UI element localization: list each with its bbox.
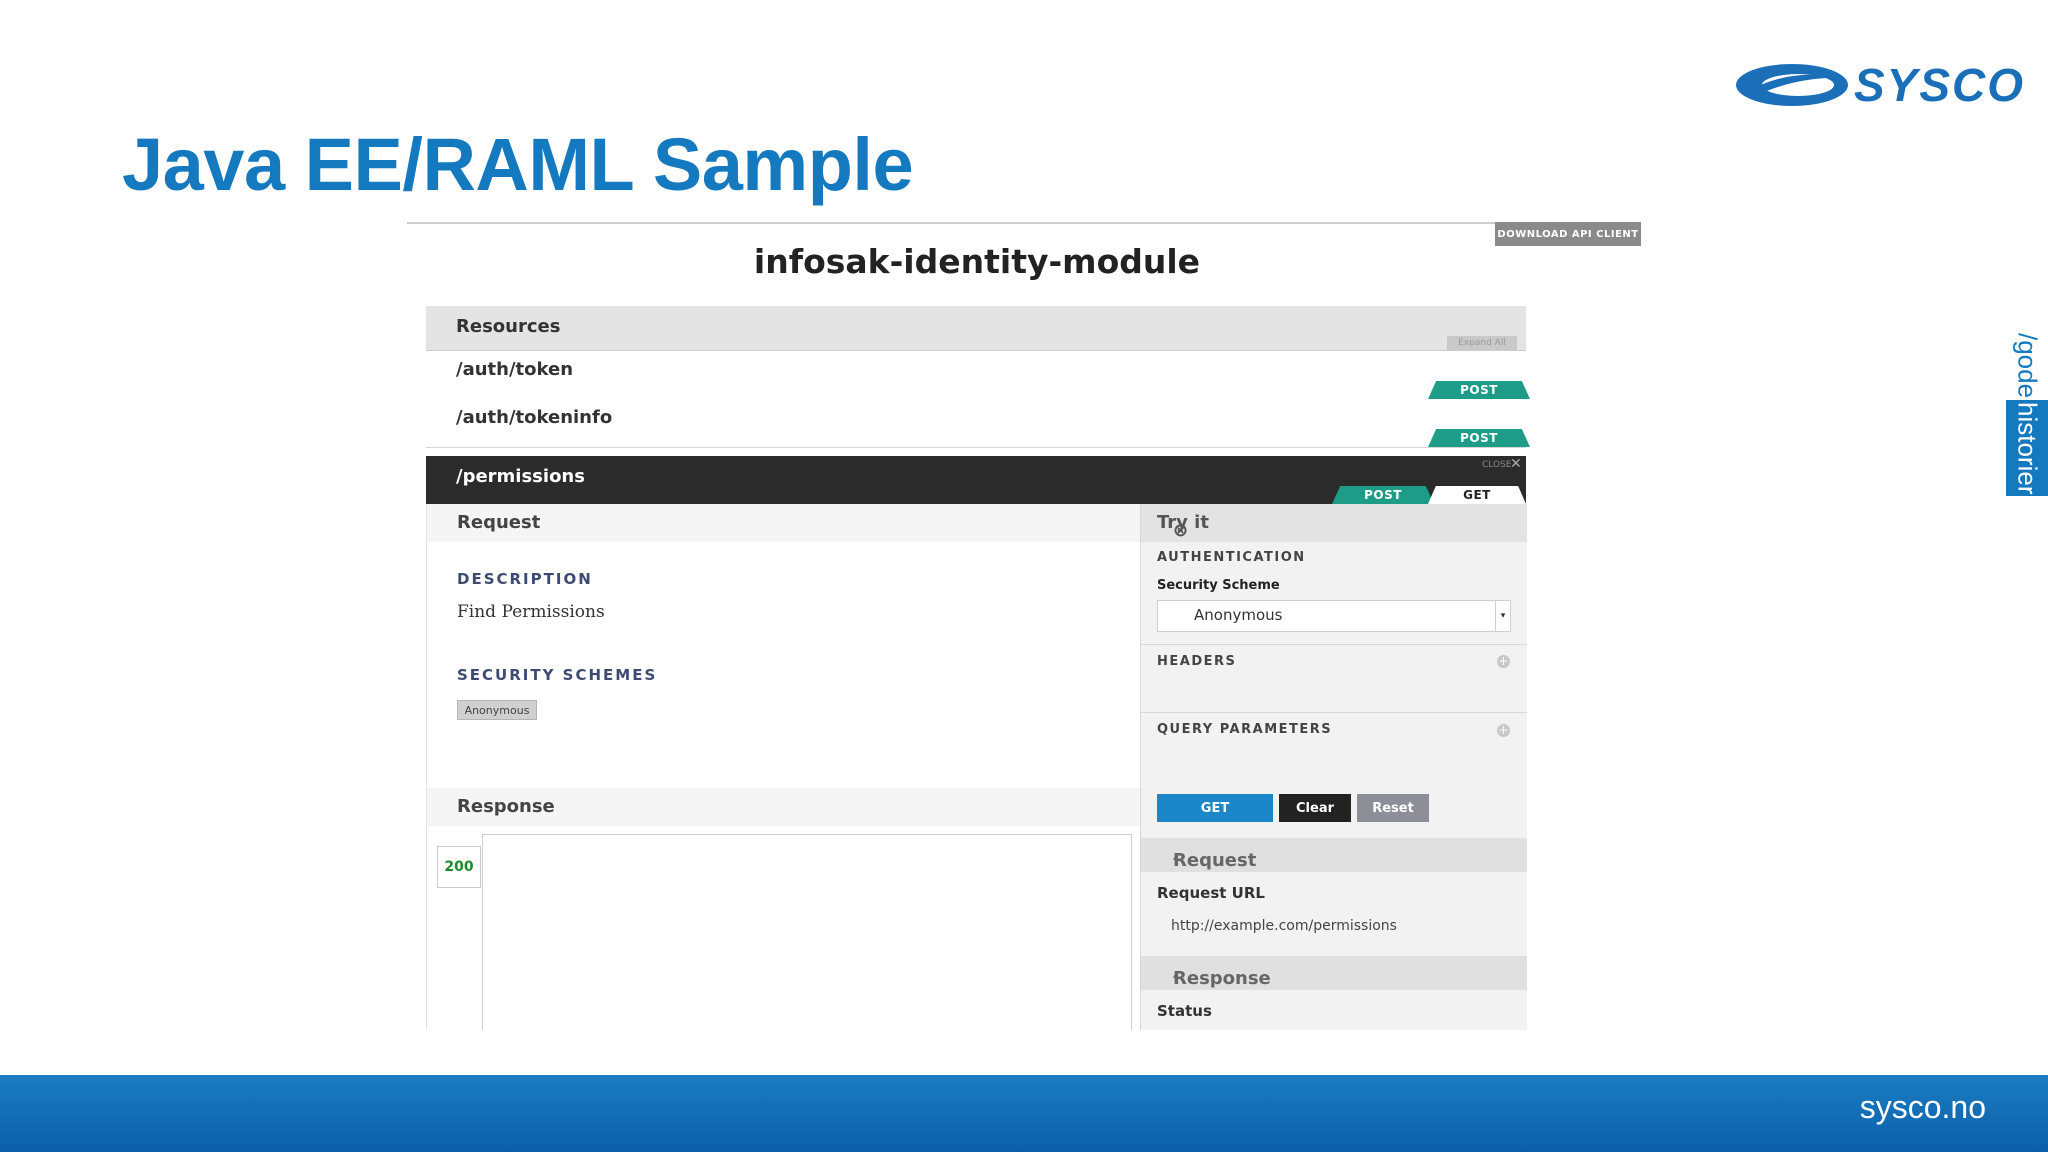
resources-header: Resources Expand All — [426, 306, 1526, 351]
api-title: infosak-identity-module — [753, 242, 1201, 281]
divider — [1141, 644, 1527, 645]
close-circle-icon[interactable]: ⊗ — [1173, 520, 1190, 541]
sysco-logo: SYSCO — [1734, 58, 2023, 112]
request-url-label: Request URL — [1157, 884, 1265, 902]
reset-button[interactable]: Reset — [1357, 794, 1429, 822]
status-code-tab[interactable]: 200 — [437, 846, 481, 888]
add-header-icon[interactable]: + — [1497, 655, 1510, 668]
status-label: Status — [1157, 1002, 1212, 1020]
response-subsection[interactable]: Response ▴ — [1141, 956, 1527, 990]
close-label[interactable]: CLOSE — [1482, 460, 1511, 470]
method-tab-post[interactable]: POST — [1332, 486, 1434, 504]
security-scheme-value: Anonymous — [1194, 606, 1283, 624]
logo-text: SYSCO — [1854, 59, 2026, 111]
request-heading-label: Request — [457, 512, 541, 533]
expand-all-button[interactable]: Expand All — [1447, 336, 1517, 350]
footer-url: sysco.no — [1859, 1089, 1986, 1125]
add-query-param-icon[interactable]: + — [1497, 724, 1510, 737]
query-parameters-heading: QUERY PARAMETERS — [1157, 722, 1333, 737]
request-sub-text: Request — [1173, 850, 1257, 871]
request-url-value: http://example.com/permissions — [1171, 918, 1397, 934]
response-body-box — [482, 834, 1132, 1030]
side-tab: /gode historier — [2006, 330, 2048, 496]
sysco-swoosh-icon — [1736, 64, 1848, 106]
headers-heading: HEADERS — [1157, 654, 1237, 669]
response-heading: Response — [427, 788, 1140, 826]
api-console-screenshot: DOWNLOAD API CLIENT infosak-identity-mod… — [407, 222, 1641, 1030]
security-scheme-tag: Anonymous — [457, 700, 537, 720]
resource-path: /permissions — [456, 466, 585, 487]
side-tab-word: historier — [2006, 400, 2048, 496]
caret-up-icon: ▴ — [1173, 850, 1179, 863]
footer-bar: sysco.no — [0, 1075, 2048, 1152]
security-schemes-heading: SECURITY SCHEMES — [457, 666, 658, 684]
request-panel: Request DESCRIPTION Find Permissions SEC… — [426, 504, 1140, 1030]
top-rule — [407, 222, 1641, 224]
resource-path: /auth/tokeninfo — [456, 407, 613, 428]
method-tab-get[interactable]: GET — [1428, 486, 1526, 504]
slide-title: Java EE/RAML Sample — [122, 123, 914, 206]
security-scheme-select[interactable]: Anonymous ▾ — [1157, 600, 1511, 632]
resource-row-auth-tokeninfo[interactable]: /auth/tokeninfo POST — [426, 399, 1530, 448]
clear-button[interactable]: Clear — [1279, 794, 1351, 822]
divider — [1141, 712, 1527, 713]
description-text: Find Permissions — [457, 602, 605, 622]
caret-up-icon: ▴ — [1173, 968, 1179, 981]
close-icon[interactable]: ✕ — [1510, 456, 1522, 472]
chevron-down-icon[interactable]: ▾ — [1495, 601, 1510, 631]
resources-label: Resources — [456, 316, 561, 337]
resource-path: /auth/token — [456, 359, 574, 380]
request-subsection[interactable]: Request ▴ — [1141, 838, 1527, 872]
security-scheme-label: Security Scheme — [1157, 578, 1280, 593]
side-tab-slash: /gode — [2012, 333, 2043, 399]
authentication-heading: AUTHENTICATION — [1157, 550, 1306, 565]
try-it-heading: Try it ⊘ ⊗ — [1141, 504, 1527, 542]
resource-row-auth-token[interactable]: /auth/token POST — [426, 351, 1530, 400]
get-button[interactable]: GET — [1157, 794, 1273, 822]
try-it-panel: Try it ⊘ ⊗ AUTHENTICATION Security Scheme… — [1140, 504, 1527, 1030]
method-tab-post[interactable]: POST — [1428, 429, 1530, 447]
request-heading: Request — [427, 504, 1140, 542]
response-heading-label: Response — [457, 796, 555, 817]
method-tab-post[interactable]: POST — [1428, 381, 1530, 399]
description-heading: DESCRIPTION — [457, 570, 593, 588]
response-sub-text: Response — [1173, 968, 1271, 989]
resource-row-permissions[interactable]: /permissions CLOSE ✕ POST GET — [426, 456, 1526, 504]
